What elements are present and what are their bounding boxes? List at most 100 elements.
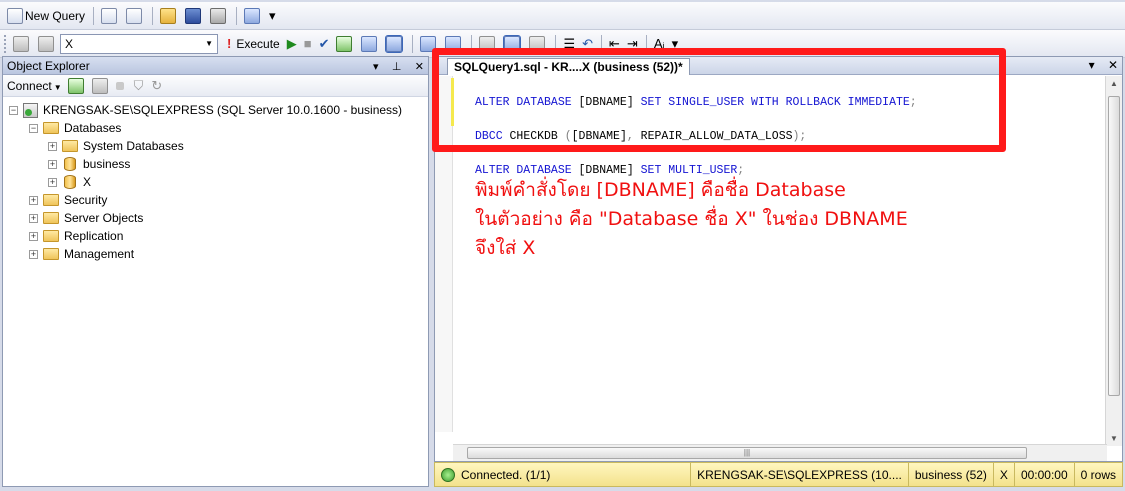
database-select-value: X [65, 36, 74, 51]
tree-node-x[interactable]: + X [3, 173, 428, 191]
server-text: KRENGSAK-SE\SQLEXPRESS (10.... [697, 467, 902, 482]
connect-label: Connect [7, 78, 52, 93]
refresh-icon[interactable]: ↻ [151, 78, 162, 94]
display-plan-button[interactable] [333, 33, 357, 55]
expand-icon[interactable]: + [29, 231, 38, 241]
exclamation-icon: ! [227, 35, 232, 51]
connect-button[interactable] [10, 33, 34, 55]
close-icon[interactable]: ✕ [415, 61, 424, 73]
new-file-button[interactable] [98, 5, 122, 27]
toolbar-separator [152, 6, 154, 25]
expand-icon[interactable]: + [48, 177, 57, 187]
stop-icon: ■ [303, 35, 312, 51]
tree-node-replication[interactable]: + Replication [3, 227, 428, 245]
toolbar-separator [412, 34, 414, 53]
stop-icon[interactable] [115, 81, 124, 90]
connected-icon [441, 467, 455, 482]
toolbar-separator [236, 6, 238, 25]
disconnect-icon [38, 35, 54, 52]
collapse-icon[interactable]: − [9, 105, 18, 115]
close-icon[interactable]: ✕ [1108, 58, 1118, 72]
save-button[interactable] [182, 5, 206, 27]
expand-icon[interactable]: + [29, 195, 38, 205]
collapse-icon[interactable]: − [29, 123, 38, 133]
tab-menu-icon[interactable]: ▾ [1089, 58, 1095, 72]
expand-icon[interactable]: + [29, 249, 38, 259]
new-query-button[interactable]: New Query [4, 5, 88, 27]
checkmark-icon: ✔ [318, 35, 330, 51]
object-explorer-tree: − KRENGSAK-SE\SQLEXPRESS (SQL Server 10.… [3, 97, 428, 263]
system-databases-label: System Databases [83, 139, 184, 153]
folder-icon [43, 122, 59, 134]
expand-icon[interactable]: + [48, 141, 57, 151]
vertical-scroll-thumb[interactable] [1108, 96, 1120, 396]
scroll-down-icon[interactable]: ▼ [1110, 434, 1118, 443]
object-explorer-header: Object Explorer ▾ ⊥ ✕ [3, 57, 428, 75]
new-project-icon [126, 7, 143, 24]
execute-label: Execute [236, 36, 280, 51]
disconnect-button[interactable] [35, 33, 59, 55]
chevron-down-icon: ▼ [53, 82, 62, 92]
status-rows: 0 rows [1073, 463, 1122, 486]
status-database: business (52) [907, 463, 993, 486]
filter-icon[interactable]: ⛉ [134, 78, 144, 94]
debug-button[interactable]: ▶ [284, 33, 300, 55]
annotation-line-1: พิมพ์คำสั่งโดย [DBNAME] คือชื่อ Database [475, 179, 846, 201]
query-options-button[interactable] [383, 33, 407, 55]
toolbar-separator [93, 6, 95, 25]
vertical-scrollbar[interactable]: ▲ ▼ [1105, 76, 1122, 446]
scroll-up-icon[interactable]: ▲ [1110, 79, 1118, 88]
db-x-label: X [83, 175, 92, 189]
db-business-label: business [83, 157, 131, 171]
database-icon [64, 157, 76, 171]
tree-node-server[interactable]: − KRENGSAK-SE\SQLEXPRESS (SQL Server 10.… [3, 101, 428, 119]
connection-status: Connected. (1/1) [435, 463, 690, 486]
execute-button[interactable]: ! Execute [224, 33, 283, 55]
activity-monitor-button[interactable] [241, 5, 265, 27]
query-status-bar: Connected. (1/1) KRENGSAK-SE\SQLEXPRESS … [434, 462, 1123, 487]
tree-node-system-databases[interactable]: + System Databases [3, 137, 428, 155]
status-db: X [992, 463, 1014, 486]
expand-icon[interactable]: + [29, 213, 38, 223]
security-label: Security [64, 193, 108, 207]
panel-menu-icon[interactable]: ▾ [373, 61, 379, 73]
management-label: Management [64, 247, 135, 261]
expand-icon[interactable]: + [48, 159, 57, 169]
folder-icon [62, 140, 78, 152]
pin-icon[interactable]: ⊥ [392, 61, 402, 73]
rows-text: 0 rows [1080, 467, 1116, 482]
new-project-button[interactable] [123, 5, 147, 27]
toolbar-grip-icon[interactable] [4, 34, 7, 53]
object-explorer-toolbar: Connect ▼ ⛉ ↻ [3, 75, 428, 97]
databases-label: Databases [64, 121, 122, 135]
tree-node-security[interactable]: + Security [3, 191, 428, 209]
save-icon [185, 7, 202, 24]
horizontal-scrollbar[interactable]: ||| [453, 444, 1107, 461]
server-objects-label: Server Objects [64, 211, 144, 225]
status-time: 00:00:00 [1013, 463, 1074, 486]
object-explorer-panel: Object Explorer ▾ ⊥ ✕ Connect ▼ ⛉ ↻ − KRE… [2, 56, 429, 487]
replication-label: Replication [64, 229, 124, 243]
tree-node-server-objects[interactable]: + Server Objects [3, 209, 428, 227]
tree-node-databases[interactable]: − Databases [3, 119, 428, 137]
open-file-button[interactable] [157, 5, 181, 27]
disconnect-server-icon[interactable] [91, 77, 108, 94]
chevron-down-icon: ▾ [269, 7, 276, 23]
standard-toolbar: New Query ▾ [0, 2, 1125, 30]
horizontal-scroll-thumb[interactable]: ||| [467, 447, 1027, 459]
tree-node-management[interactable]: + Management [3, 245, 428, 263]
status-server: KRENGSAK-SE\SQLEXPRESS (10.... [690, 463, 908, 486]
annotation-text: พิมพ์คำสั่งโดย [DBNAME] คือชื่อ Database… [475, 176, 908, 263]
database-select[interactable]: X ▼ [60, 33, 218, 54]
server-node-label: KRENGSAK-SE\SQLEXPRESS (SQL Server 10.0.… [43, 103, 403, 117]
parse-button[interactable]: ✔ [316, 33, 333, 55]
activity-monitor-icon [244, 7, 261, 24]
cancel-query-button[interactable]: ■ [301, 33, 315, 55]
connect-server-icon[interactable] [67, 77, 84, 94]
query-designer-button[interactable] [358, 33, 382, 55]
db-text: X [999, 467, 1008, 482]
print-button[interactable] [207, 5, 231, 27]
tree-node-business[interactable]: + business [3, 155, 428, 173]
connect-dropdown[interactable]: Connect ▼ [7, 79, 62, 93]
toolbar-overflow-button[interactable]: ▾ [266, 5, 279, 27]
